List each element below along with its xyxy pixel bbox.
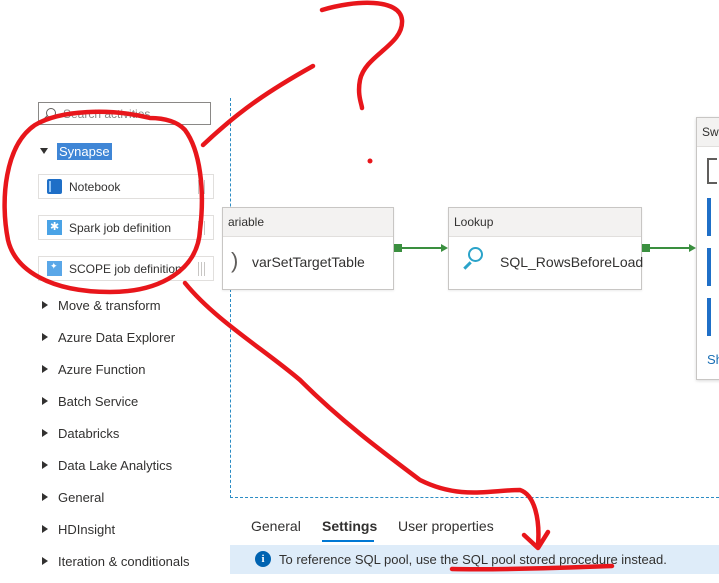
search-input[interactable] — [63, 104, 203, 123]
connector-arrow-icon — [441, 244, 448, 252]
collapsed-triangle-icon — [42, 461, 48, 469]
show-more-link[interactable]: Sh — [707, 352, 719, 367]
category-batch-service[interactable]: Batch Service — [42, 392, 138, 410]
activity-type-label: ariable — [223, 208, 393, 237]
activity-spark-job-definition[interactable]: Spark job definition — [38, 215, 214, 240]
search-activities-box[interactable] — [38, 102, 211, 125]
category-databricks[interactable]: Databricks — [42, 424, 119, 442]
activity-label: SCOPE job definition — [69, 261, 182, 276]
switch-icon — [707, 158, 717, 184]
connector-arrow-icon — [689, 244, 696, 252]
category-label: Azure Function — [58, 361, 146, 377]
category-label: Batch Service — [58, 393, 139, 409]
collapsed-triangle-icon — [42, 397, 48, 405]
tab-general[interactable]: General — [251, 518, 301, 534]
success-connector[interactable] — [402, 247, 442, 249]
variable-icon: ) — [231, 248, 239, 273]
lookup-activity[interactable]: Lookup SQL_RowsBeforeLoad — [448, 207, 644, 290]
category-data-lake-analytics[interactable]: Data Lake Analytics — [42, 456, 172, 474]
properties-tabs: General Settings User properties — [230, 503, 719, 543]
category-label: Data Lake Analytics — [58, 457, 173, 473]
activities-panel: Synapse Notebook Spark job definition SC… — [0, 0, 230, 583]
collapsed-triangle-icon — [42, 301, 48, 309]
case-bar — [707, 198, 711, 236]
category-synapse[interactable]: Synapse — [40, 141, 112, 161]
category-general[interactable]: General — [42, 488, 104, 506]
canvas-selection-border — [230, 98, 231, 498]
info-icon: i — [255, 551, 271, 567]
annotation-dot — [367, 158, 373, 164]
activity-scope-job-definition[interactable]: SCOPE job definition — [38, 256, 214, 281]
drag-handle-icon[interactable] — [198, 221, 207, 235]
activity-label: Notebook — [69, 179, 121, 194]
success-connector[interactable] — [650, 247, 690, 249]
category-label: General — [58, 489, 105, 505]
category-label: Synapse — [57, 142, 112, 160]
category-hdinsight[interactable]: HDInsight — [42, 520, 115, 538]
case-bar — [707, 248, 711, 286]
scope-icon — [47, 261, 62, 276]
collapsed-triangle-icon — [42, 557, 48, 565]
success-output-handle[interactable] — [394, 244, 402, 252]
category-label: Iteration & conditionals — [58, 553, 190, 569]
category-azure-data-explorer[interactable]: Azure Data Explorer — [42, 328, 175, 346]
expanded-triangle-icon — [40, 148, 48, 154]
notebook-icon — [47, 179, 62, 194]
category-label: Databricks — [58, 425, 120, 441]
activity-name: varSetTargetTable — [252, 254, 365, 270]
info-message-bar: i To reference SQL pool, use the SQL poo… — [230, 545, 719, 574]
activity-type-label: Lookup — [449, 208, 641, 237]
collapsed-triangle-icon — [42, 525, 48, 533]
collapsed-triangle-icon — [42, 493, 48, 501]
activity-type-label: Swi — [697, 118, 719, 147]
search-icon — [46, 108, 56, 118]
spark-icon — [47, 220, 62, 235]
success-output-handle[interactable] — [642, 244, 650, 252]
collapsed-triangle-icon — [42, 429, 48, 437]
activity-name: SQL_RowsBeforeLoad — [500, 254, 644, 270]
drag-handle-icon[interactable] — [198, 262, 207, 276]
activity-notebook[interactable]: Notebook — [38, 174, 214, 199]
tab-settings[interactable]: Settings — [322, 518, 377, 534]
collapsed-triangle-icon — [42, 333, 48, 341]
collapsed-triangle-icon — [42, 365, 48, 373]
drag-handle-icon[interactable] — [198, 180, 207, 194]
activity-label: Spark job definition — [69, 220, 172, 235]
category-move-transform[interactable]: Move & transform — [42, 296, 161, 314]
category-iteration-conditionals[interactable]: Iteration & conditionals — [42, 552, 190, 570]
canvas-selection-border — [230, 497, 719, 498]
lookup-icon — [463, 247, 485, 270]
category-label: Azure Data Explorer — [58, 329, 176, 345]
annotation-question-mark — [319, 0, 405, 111]
set-variable-activity[interactable]: ariable ) varSetTargetTable — [222, 207, 394, 290]
category-label: HDInsight — [58, 521, 116, 537]
category-azure-function[interactable]: Azure Function — [42, 360, 145, 378]
tab-user-properties[interactable]: User properties — [398, 518, 494, 534]
switch-activity[interactable]: Swi Sh — [696, 117, 719, 380]
info-message: To reference SQL pool, use the SQL pool … — [279, 552, 667, 567]
case-bar — [707, 298, 711, 336]
category-label: Move & transform — [58, 297, 161, 313]
active-tab-indicator — [322, 540, 374, 542]
